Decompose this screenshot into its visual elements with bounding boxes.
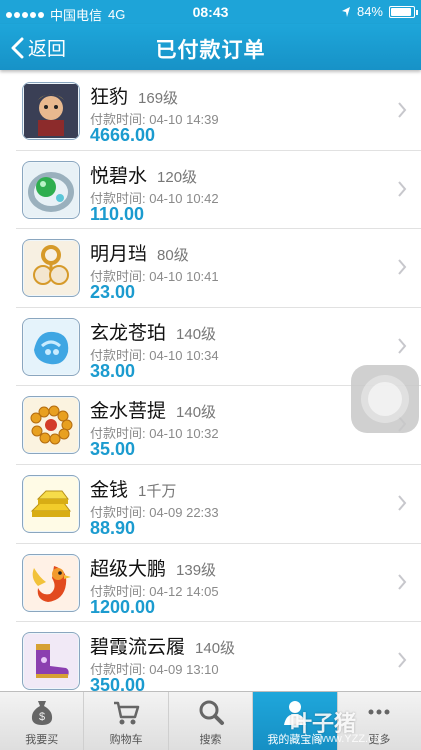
order-row[interactable]: 悦碧水 120级 付款时间: 04-10 10:42 110.00 — [16, 151, 421, 230]
order-title: 金水菩提 140级 — [90, 396, 216, 423]
item-name: 狂豹 — [90, 87, 129, 108]
shopping-cart-icon — [114, 701, 140, 725]
navigation-bar: 返回 已付款订单 — [0, 24, 421, 70]
item-level: 80级 — [157, 247, 189, 265]
gold-bead-bracelet-icon — [22, 396, 80, 455]
chevron-right-icon — [398, 180, 407, 197]
battery-percent: 84% — [356, 4, 383, 19]
purple-boots-icon — [22, 632, 80, 691]
item-price: 38.00 — [90, 360, 136, 381]
tab-label: 我要买 — [25, 734, 59, 746]
tab-buy[interactable]: $ 我要买 — [0, 692, 85, 750]
warrior-avatar-icon — [22, 82, 80, 140]
battery-icon — [389, 5, 418, 18]
order-title: 狂豹 169级 — [90, 82, 178, 109]
watermark-url: www.YZZ.cN — [318, 733, 382, 745]
order-title: 悦碧水 120级 — [90, 161, 197, 188]
page-title: 已付款订单 — [155, 39, 266, 62]
pearl-earring-icon — [22, 239, 80, 298]
item-level: 120级 — [157, 168, 198, 186]
order-title: 超级大鹏 139级 — [90, 554, 216, 581]
item-name: 超级大鹏 — [90, 558, 167, 580]
item-level: 169级 — [138, 90, 179, 107]
phoenix-bird-icon — [22, 553, 80, 612]
item-level: 140级 — [176, 325, 217, 343]
money-bag-icon: $ — [31, 701, 52, 725]
status-right: 84% — [341, 4, 418, 19]
order-title: 金钱 1千万 — [90, 475, 176, 502]
item-name: 悦碧水 — [90, 165, 148, 187]
assistive-touch-ring — [361, 375, 409, 423]
item-name: 碧霞流云履 — [90, 637, 186, 659]
item-name: 明月珰 — [90, 244, 148, 266]
blue-dragon-amber-icon — [22, 317, 80, 376]
order-title: 碧霞流云履 140级 — [90, 632, 235, 659]
order-row[interactable]: 金钱 1千万 付款时间: 04-09 22:33 88.90 — [16, 465, 421, 544]
chevron-right-icon — [398, 259, 407, 275]
item-level: 140级 — [195, 640, 236, 658]
chevron-right-icon — [398, 652, 407, 668]
jade-pendant-icon — [22, 160, 80, 219]
tab-label: 搜索 — [199, 734, 222, 746]
tab-label: 购物车 — [109, 734, 143, 746]
item-name: 金水菩提 — [90, 401, 167, 423]
order-title: 明月珰 80级 — [90, 239, 189, 266]
assistive-touch-button[interactable] — [351, 365, 419, 433]
more-icon — [368, 709, 390, 715]
svg-text:$: $ — [39, 711, 45, 723]
chevron-right-icon — [398, 102, 407, 118]
status-bar: 中国电信 4G 08:43 84% — [0, 0, 421, 24]
order-title: 玄龙苍珀 140级 — [90, 318, 216, 345]
tab-cart[interactable]: 购物车 — [84, 692, 169, 750]
chevron-right-icon — [398, 495, 407, 511]
tab-search[interactable]: 搜索 — [169, 692, 254, 750]
item-level: 139级 — [176, 561, 217, 579]
chevron-right-icon — [398, 573, 407, 590]
order-row[interactable]: 明月珰 80级 付款时间: 04-10 10:41 23.00 — [16, 229, 421, 308]
item-level: 140级 — [176, 404, 217, 422]
item-price: 1200.00 — [90, 596, 156, 617]
gold-bars-icon — [22, 474, 80, 533]
item-name: 金钱 — [90, 479, 129, 501]
location-arrow-icon — [341, 6, 350, 17]
item-price: 110.00 — [90, 203, 145, 224]
item-price: 88.90 — [90, 517, 136, 538]
chevron-right-icon — [398, 338, 407, 354]
order-row[interactable]: 狂豹 169级 付款时间: 04-10 14:39 4666.00 — [16, 72, 421, 151]
order-row[interactable]: 碧霞流云履 140级 付款时间: 04-09 13:10 350.00 — [16, 622, 421, 701]
item-price: 23.00 — [90, 282, 136, 303]
item-price: 35.00 — [90, 439, 136, 460]
item-name: 玄龙苍珀 — [90, 322, 167, 344]
assistive-touch-core — [368, 382, 402, 416]
search-icon — [199, 700, 224, 725]
order-row[interactable]: 超级大鹏 139级 付款时间: 04-12 14:05 1200.00 — [16, 544, 421, 623]
item-price: 4666.00 — [90, 125, 156, 145]
item-level: 1千万 — [138, 482, 177, 500]
